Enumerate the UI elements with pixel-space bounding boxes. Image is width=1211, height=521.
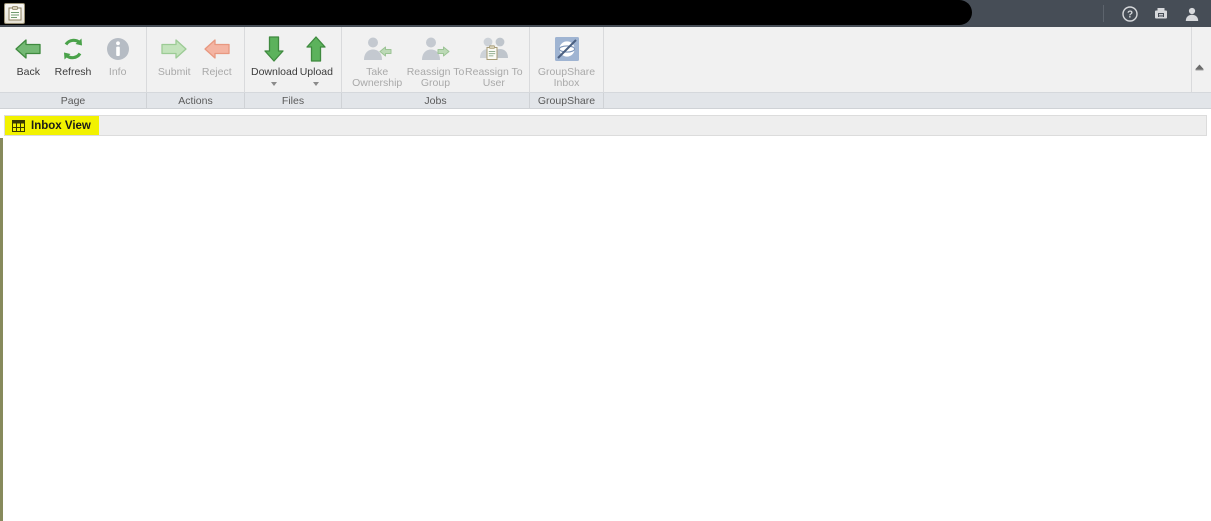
- user-take-icon: [360, 32, 394, 66]
- submit-button[interactable]: Submit: [153, 27, 196, 78]
- ribbon-toolbar: Back Refresh Info Submit Reject Download…: [0, 27, 1211, 109]
- reject-button-label: Reject: [201, 66, 232, 78]
- info-button-label: Info: [108, 66, 127, 78]
- take-ownership-button-label: Take Ownership: [352, 66, 403, 89]
- ribbon-group-label-files: Files: [245, 92, 342, 109]
- user-reassign-group-icon: [418, 32, 452, 66]
- user-reassign-user-icon: [477, 32, 511, 66]
- upload-dropdown-caret[interactable]: [313, 81, 320, 86]
- download-dropdown-caret[interactable]: [271, 81, 278, 86]
- reassign-to-user-button[interactable]: Reassign To User: [465, 27, 523, 88]
- title-bar-divider: [1103, 5, 1104, 22]
- refresh-button[interactable]: Refresh: [51, 27, 96, 78]
- ribbon-group-label-filler: [604, 93, 1211, 109]
- arrow-down-icon: [259, 32, 289, 66]
- download-button[interactable]: Download: [251, 27, 298, 86]
- inbox-content-area[interactable]: [0, 138, 1211, 521]
- upload-button-label: Upload: [299, 66, 333, 78]
- download-button-label: Download: [251, 66, 298, 78]
- ribbon-group-groupshare: GroupShare Inbox: [530, 27, 604, 92]
- tab-inbox-view-label: Inbox View: [31, 119, 91, 132]
- ribbon-group-files: Download Upload: [245, 27, 342, 92]
- view-tab-strip: Inbox View: [4, 115, 1207, 136]
- reassign-to-group-button[interactable]: Reassign To Group: [406, 27, 464, 88]
- ribbon-group-page: Back Refresh Info: [0, 27, 147, 92]
- ribbon-group-label-page: Page: [0, 92, 147, 109]
- ribbon-group-label-actions: Actions: [147, 92, 245, 109]
- refresh-icon: [58, 32, 88, 66]
- arrow-left-icon: [13, 32, 43, 66]
- ribbon-buttons-row: Back Refresh Info Submit Reject Download…: [0, 27, 1211, 92]
- arrow-up-icon: [301, 32, 331, 66]
- ribbon-group-label-groupshare: GroupShare: [530, 92, 604, 109]
- ribbon-group-actions: Submit Reject: [147, 27, 245, 92]
- user-account-icon[interactable]: [1183, 5, 1201, 23]
- title-bar-buttons: ?: [1103, 0, 1211, 27]
- clipboard-icon[interactable]: [4, 3, 25, 24]
- tab-inbox-view[interactable]: Inbox View: [5, 116, 99, 135]
- reject-button[interactable]: Reject: [196, 27, 239, 78]
- reassign-to-user-button-label: Reassign To User: [465, 66, 523, 89]
- ribbon-group-jobs: Take Ownership Reassign To Group Reassig…: [342, 27, 530, 92]
- title-bar-black-region: [0, 0, 972, 25]
- svg-text:?: ?: [1127, 9, 1133, 20]
- help-icon[interactable]: ?: [1121, 5, 1139, 23]
- groupshare-inbox-button[interactable]: GroupShare Inbox: [536, 27, 597, 88]
- groupshare-globe-icon: [552, 32, 582, 66]
- view-tab-bar: Inbox View: [0, 110, 1211, 138]
- grid-table-icon: [12, 119, 25, 132]
- take-ownership-button[interactable]: Take Ownership: [348, 27, 406, 88]
- back-button-label: Back: [16, 66, 40, 78]
- back-button[interactable]: Back: [6, 27, 51, 78]
- info-button[interactable]: Info: [95, 27, 140, 78]
- ribbon-group-label-jobs: Jobs: [342, 92, 530, 109]
- submit-button-label: Submit: [157, 66, 191, 78]
- title-bar: ?: [0, 0, 1211, 27]
- chevron-up-icon[interactable]: [1192, 59, 1206, 73]
- upload-button[interactable]: Upload: [298, 27, 335, 86]
- ribbon-empty-area: [604, 27, 1211, 92]
- ribbon-group-labels: Page Actions Files Jobs GroupShare: [0, 92, 1211, 109]
- arrow-right-icon: [159, 32, 189, 66]
- info-icon: [103, 32, 133, 66]
- arrow-left-red-icon: [202, 32, 232, 66]
- reassign-to-group-button-label: Reassign To Group: [406, 66, 465, 89]
- groupshare-inbox-button-label: GroupShare Inbox: [537, 66, 596, 89]
- refresh-button-label: Refresh: [54, 66, 92, 78]
- print-icon[interactable]: [1152, 5, 1170, 23]
